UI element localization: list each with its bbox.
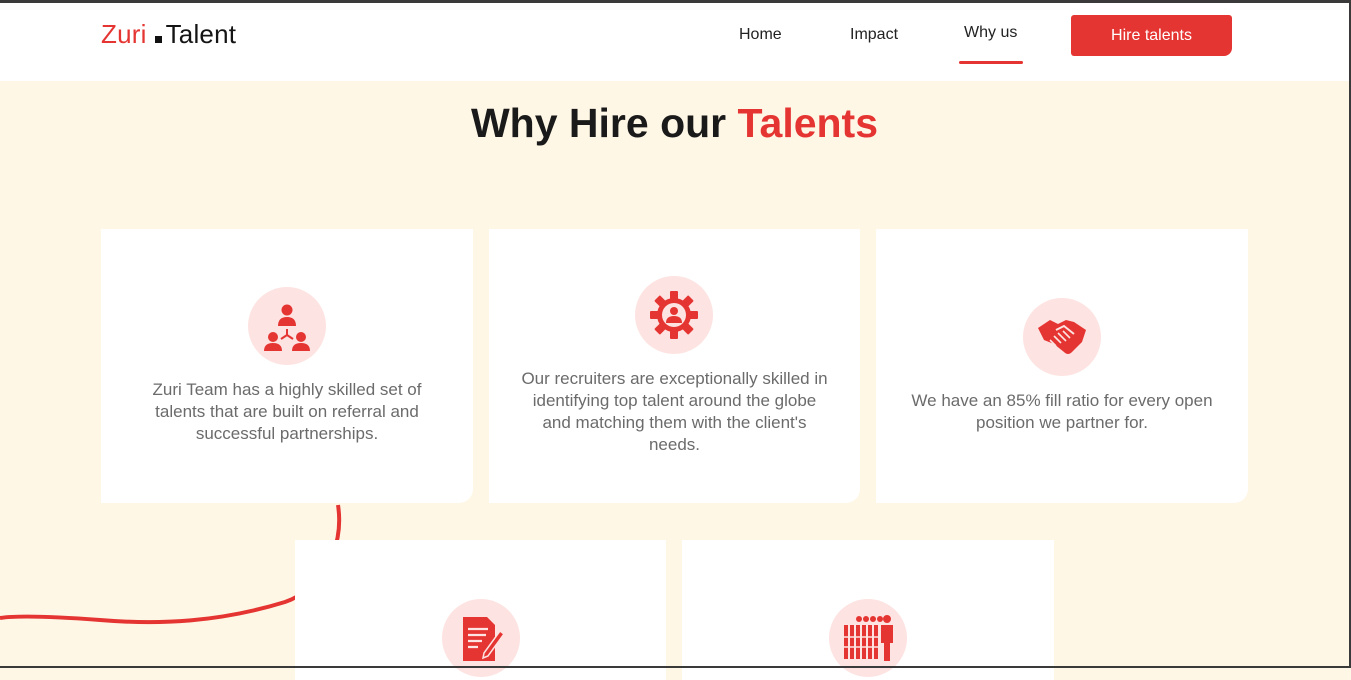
gear-person-icon — [650, 291, 698, 339]
feature-card-3: We have an 85% fill ratio for every open… — [876, 229, 1248, 503]
feature-card-text: Zuri Team has a highly skilled set of ta… — [152, 380, 422, 443]
nav-home-link[interactable]: Home — [739, 26, 782, 44]
feature-card-5 — [682, 540, 1054, 680]
brand-name-part2: Talent — [165, 19, 237, 49]
crowd-icon — [844, 615, 893, 661]
team-network-icon — [264, 304, 310, 351]
document-edit-icon — [463, 617, 506, 661]
feature-card-text: Our recruiters are exceptionally skilled… — [521, 369, 828, 454]
section-title: Why Hire our Talents — [0, 100, 1349, 147]
handshake-icon — [1038, 320, 1086, 354]
section-title-main: Why Hire our — [470, 100, 738, 146]
brand-dot — [154, 36, 162, 43]
icon-circle — [635, 276, 713, 354]
nav-why-us-link[interactable]: Why us — [964, 24, 1017, 42]
feature-card-2: Our recruiters are exceptionally skilled… — [489, 229, 860, 503]
feature-card-1: Zuri Team has a highly skilled set of ta… — [101, 229, 473, 503]
active-nav-indicator — [959, 61, 1023, 64]
brand-name-part1: Zuri — [101, 19, 147, 49]
section-title-accent: Talents — [737, 100, 879, 146]
feature-card-text: We have an 85% fill ratio for every open… — [911, 391, 1213, 432]
feature-card-4 — [295, 540, 666, 680]
hire-talents-button[interactable]: Hire talents — [1071, 15, 1232, 56]
icon-circle — [1023, 298, 1101, 376]
icon-circle — [248, 287, 326, 365]
brand-logo[interactable]: Zuri Talent — [101, 19, 236, 50]
site-header: Zuri Talent Home Impact Why us Hire tale… — [0, 3, 1349, 81]
nav-impact-link[interactable]: Impact — [850, 26, 898, 44]
